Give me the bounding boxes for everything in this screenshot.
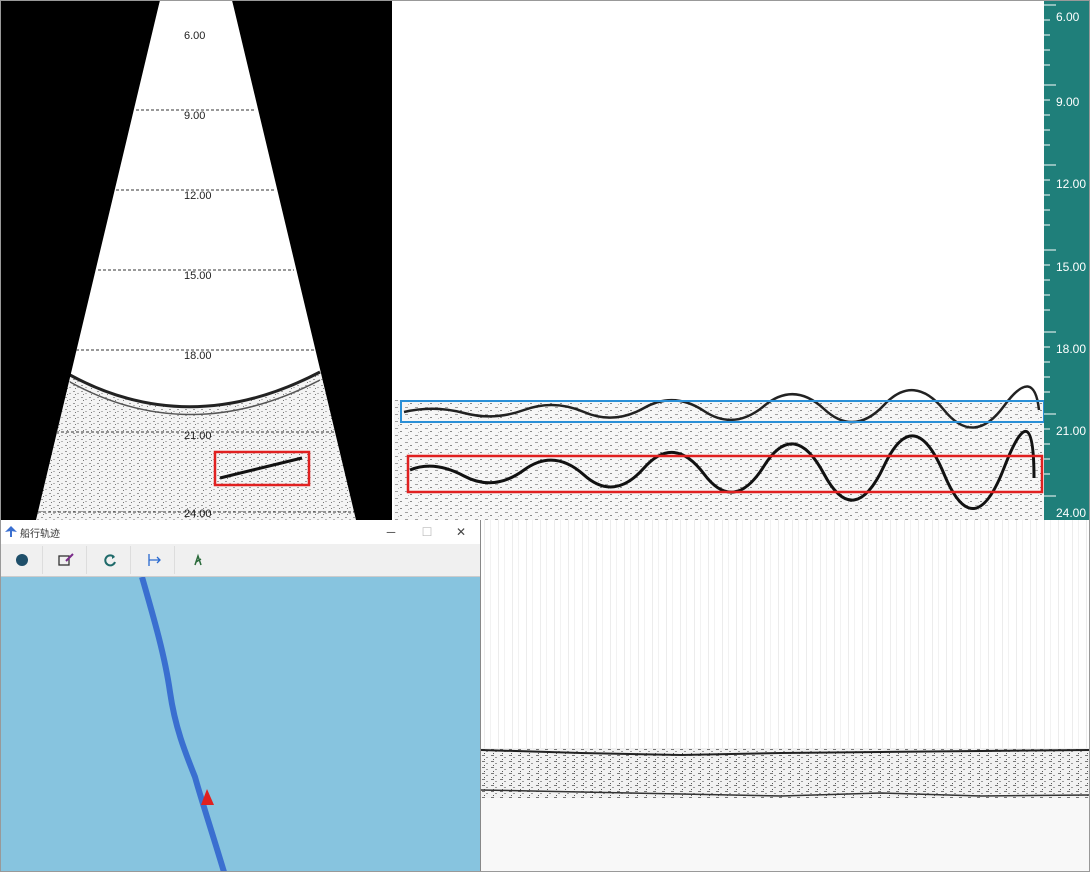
toolbar [0,544,480,577]
ship-track-line [139,576,227,872]
track-map[interactable] [0,576,480,872]
sector-depth-label: 24.00 [184,508,212,520]
sector-sonar-view: 6.00 9.00 12.00 15.00 18.00 21.00 24.00 [0,0,392,520]
window-title: 船行轨迹 [20,529,60,540]
refresh-button[interactable] [90,546,131,574]
measure-button[interactable] [134,546,175,574]
sector-depth-label: 9.00 [184,110,206,122]
edit-button[interactable] [46,546,87,574]
app-icon [5,526,17,537]
maximize-button[interactable]: ☐ [418,523,436,541]
stop-icon [16,554,28,566]
sector-depth-label: 18.00 [184,350,212,362]
refresh-icon [104,554,116,567]
ruler-icon [148,554,161,566]
ruler-label: 12.00 [1056,177,1087,191]
location-icon [194,553,202,566]
locate-button[interactable] [178,546,218,574]
window-titlebar[interactable]: 船行轨迹 ─ ☐ ✕ [0,520,480,544]
depth-ruler: 6.00 9.00 12.00 15.00 18.00 21.00 24.00 [1044,0,1090,520]
stop-button[interactable] [2,546,43,574]
ship-track-window: 船行轨迹 ─ ☐ ✕ [0,520,481,872]
ruler-label: 24.00 [1056,506,1087,520]
sector-depth-label: 21.00 [184,430,212,442]
ruler-label: 18.00 [1056,342,1087,356]
ruler-label: 21.00 [1056,424,1087,438]
lower-echogram-image [481,520,1090,872]
echogram-image [394,385,1044,520]
lower-echogram-view [481,520,1090,872]
ruler-label: 15.00 [1056,260,1087,274]
sector-depth-label: 12.00 [184,190,212,202]
close-button[interactable]: ✕ [452,523,470,541]
ruler-label: 6.00 [1056,10,1080,24]
edit-icon [58,553,74,566]
sector-image [0,0,392,520]
track-map-canvas [139,576,227,872]
sector-depth-label: 15.00 [184,270,212,282]
echogram-view [394,0,1044,520]
minimize-button[interactable]: ─ [382,523,400,541]
sector-depth-label: 6.00 [184,30,206,42]
ruler-label: 9.00 [1056,95,1080,109]
